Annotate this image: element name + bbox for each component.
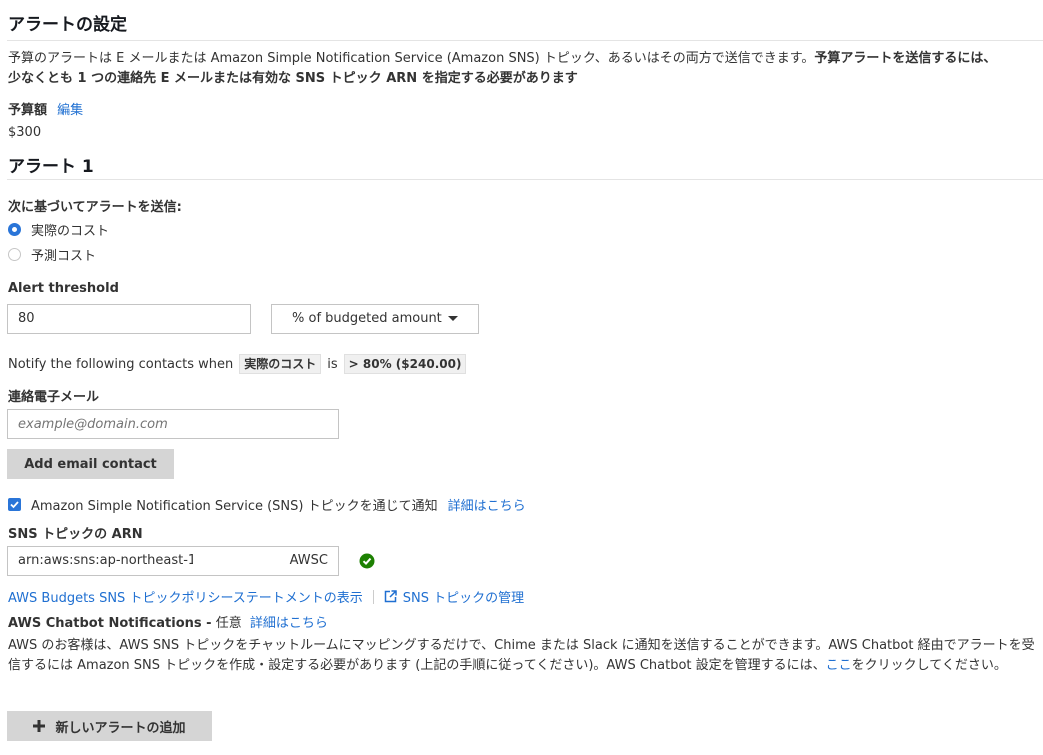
intro-normal: 予算のアラートは E メールまたは Amazon Simple Notifica…: [8, 51, 815, 66]
manage-sns-link[interactable]: SNS トピックの管理: [403, 587, 524, 606]
checkbox-checked-icon[interactable]: [8, 498, 21, 511]
sns-links-row: AWS Budgets SNS トピックポリシーステートメントの表示 SNS ト…: [8, 587, 524, 606]
chatbot-here-link[interactable]: ここ: [826, 658, 852, 673]
alert-title: アラート 1: [8, 157, 94, 177]
chatbot-title: AWS Chatbot Notifications -: [8, 616, 212, 631]
radio-forecast-cost[interactable]: 予測コスト: [8, 245, 96, 264]
notify-is: is: [327, 356, 338, 372]
add-email-button[interactable]: Add email contact: [7, 449, 174, 479]
radio-forecast-label: 予測コスト: [31, 249, 97, 264]
chatbot-heading: AWS Chatbot Notifications - 任意 詳細はこちら: [8, 612, 328, 631]
sns-arn-value-left: arn:aws:sns:ap-northeast-1:: [18, 553, 193, 568]
chatbot-description: AWS のお客様は、AWS SNS トピックをチャットルームにマッピングするだけ…: [8, 636, 1040, 676]
success-check-icon: [359, 553, 375, 569]
chatbot-optional: 任意: [215, 616, 242, 631]
policy-statement-link[interactable]: AWS Budgets SNS トピックポリシーステートメントの表示: [8, 587, 363, 606]
email-label: 連絡電子メール: [8, 390, 100, 405]
chatbot-learn-more-link[interactable]: 詳細はこちら: [250, 616, 328, 631]
sns-checkbox-label: Amazon Simple Notification Service (SNS)…: [31, 499, 438, 514]
budget-label: 予算額: [8, 103, 48, 118]
link-separator: [372, 589, 374, 604]
budget-row: 予算額 編集: [8, 99, 83, 118]
divider: [7, 40, 1043, 41]
sns-arn-label: SNS トピックの ARN: [8, 527, 143, 542]
plus-icon: [33, 720, 46, 732]
intro-bold-1: 予算アラートを送信するには、: [814, 51, 997, 66]
send-based-on-label: 次に基づいてアラートを送信:: [8, 200, 182, 215]
budget-amount: $300: [8, 125, 42, 140]
threshold-label: Alert threshold: [8, 281, 119, 296]
notify-prefix: Notify the following contacts when: [8, 356, 234, 372]
sns-learn-more-link[interactable]: 詳細はこちら: [448, 495, 526, 514]
section-title: アラートの設定: [8, 15, 127, 35]
radio-selected-icon[interactable]: [8, 223, 21, 236]
chevron-down-icon: [448, 316, 458, 321]
sns-arn-value-right: AWSC: [289, 553, 328, 568]
intro-text: 予算のアラートは E メールまたは Amazon Simple Notifica…: [8, 49, 1038, 89]
radio-unselected-icon[interactable]: [8, 248, 21, 261]
chatbot-desc-2: をクリックしてください。: [851, 658, 1007, 673]
divider: [7, 179, 1043, 180]
threshold-input[interactable]: 80: [7, 304, 251, 334]
edit-link[interactable]: 編集: [57, 103, 83, 118]
add-alert-button[interactable]: 新しいアラートの追加: [7, 711, 212, 741]
sns-arn-input[interactable]: arn:aws:sns:ap-northeast-1: AWSC: [7, 546, 339, 576]
radio-actual-cost[interactable]: 実際のコスト: [8, 220, 109, 239]
notify-metric-chip: 実際のコスト: [239, 354, 322, 374]
radio-actual-label: 実際のコスト: [31, 224, 110, 239]
notify-condition-chip: > 80% ($240.00): [343, 354, 467, 374]
threshold-unit-select[interactable]: % of budgeted amount: [271, 304, 479, 334]
intro-bold-2: 少なくとも 1 つの連絡先 E メールまたは有効な SNS トピック ARN を…: [8, 71, 578, 86]
sns-checkbox-row[interactable]: Amazon Simple Notification Service (SNS)…: [8, 495, 526, 514]
email-field[interactable]: [7, 409, 339, 439]
notify-row: Notify the following contacts when 実際のコス…: [8, 354, 467, 374]
threshold-unit-value: % of budgeted amount: [292, 311, 442, 326]
add-alert-label: 新しいアラートの追加: [55, 720, 186, 736]
external-link-icon: [384, 590, 397, 603]
